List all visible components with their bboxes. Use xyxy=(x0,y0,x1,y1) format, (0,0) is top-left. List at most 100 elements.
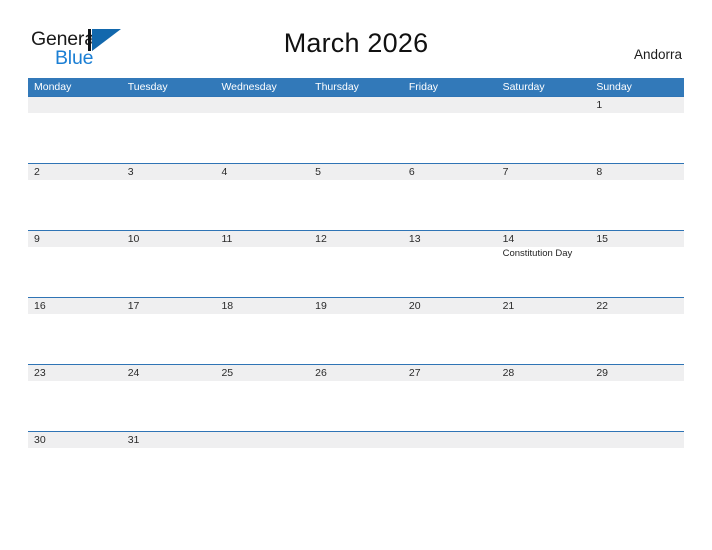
day-cell[interactable] xyxy=(215,97,309,163)
day-number: 20 xyxy=(408,300,421,312)
day-cell[interactable]: 3 xyxy=(122,164,216,230)
day-number: 9 xyxy=(34,233,40,245)
weekday-header-row: Monday Tuesday Wednesday Thursday Friday… xyxy=(28,78,684,96)
calendar-grid: Monday Tuesday Wednesday Thursday Friday… xyxy=(28,78,684,498)
weekday-header-saturday: Saturday xyxy=(502,81,545,93)
day-cell[interactable]: 11 xyxy=(215,231,309,297)
day-number xyxy=(315,97,403,113)
day-cell[interactable]: 7 xyxy=(497,164,591,230)
day-number: 17 xyxy=(127,300,140,312)
day-number: 25 xyxy=(221,367,234,379)
day-number: 14 xyxy=(502,233,515,245)
day-cell[interactable] xyxy=(309,432,403,498)
day-cell[interactable]: 31 xyxy=(122,432,216,498)
day-number: 8 xyxy=(596,166,603,178)
day-number xyxy=(409,97,497,113)
day-cell[interactable]: 15 xyxy=(590,231,684,297)
day-number: 13 xyxy=(408,233,421,245)
day-cell[interactable]: 4 xyxy=(215,164,309,230)
day-cell[interactable] xyxy=(28,97,122,163)
day-number: 1 xyxy=(596,99,603,111)
calendar-week-row: 30 31 xyxy=(28,431,684,498)
day-number xyxy=(409,432,497,448)
day-number: 3 xyxy=(127,166,134,178)
day-cell[interactable]: 29 xyxy=(590,365,684,431)
day-cell[interactable]: 1 xyxy=(590,97,684,163)
day-cell[interactable] xyxy=(403,432,497,498)
weekday-header-sunday: Sunday xyxy=(596,81,632,93)
day-number: 31 xyxy=(127,434,140,446)
day-number xyxy=(503,432,591,448)
day-number xyxy=(128,97,216,113)
day-cell[interactable]: 12 xyxy=(309,231,403,297)
calendar-week-row: 16 17 18 19 20 21 22 xyxy=(28,297,684,364)
weekday-header-monday: Monday xyxy=(34,81,72,93)
day-cell[interactable]: 18 xyxy=(215,298,309,364)
day-number: 10 xyxy=(127,233,140,245)
weekday-header-wednesday: Wednesday xyxy=(221,81,277,93)
calendar-week-row: 1 xyxy=(28,96,684,163)
day-cell[interactable]: 5 xyxy=(309,164,403,230)
day-cell[interactable]: 28 xyxy=(497,365,591,431)
day-number: 6 xyxy=(408,166,415,178)
day-number xyxy=(221,97,309,113)
weekday-header-thursday: Thursday xyxy=(315,81,359,93)
day-cell[interactable]: 9 xyxy=(28,231,122,297)
day-cell[interactable]: 17 xyxy=(122,298,216,364)
day-number: 5 xyxy=(315,166,321,178)
weekday-header-tuesday: Tuesday xyxy=(127,81,168,93)
day-number xyxy=(596,432,684,448)
day-number: 28 xyxy=(502,367,515,379)
day-cell[interactable]: 30 xyxy=(28,432,122,498)
day-cell[interactable]: 26 xyxy=(309,365,403,431)
day-cell[interactable] xyxy=(215,432,309,498)
day-number: 21 xyxy=(502,300,515,312)
day-number xyxy=(34,97,122,113)
calendar-week-row: 2 3 4 5 6 7 8 xyxy=(28,163,684,230)
day-cell[interactable] xyxy=(497,97,591,163)
day-cell[interactable]: 16 xyxy=(28,298,122,364)
page-header: General Blue March 2026 Andorra xyxy=(0,0,712,76)
day-cell[interactable]: 2 xyxy=(28,164,122,230)
day-cell[interactable]: 21 xyxy=(497,298,591,364)
day-cell[interactable]: 13 xyxy=(403,231,497,297)
day-number: 29 xyxy=(596,367,608,379)
day-cell[interactable] xyxy=(122,97,216,163)
day-cell-holiday[interactable]: 14 Constitution Day xyxy=(497,231,591,297)
day-number: 26 xyxy=(315,367,327,379)
day-cell[interactable]: 20 xyxy=(403,298,497,364)
day-cell[interactable] xyxy=(590,432,684,498)
day-cell[interactable]: 8 xyxy=(590,164,684,230)
day-cell[interactable]: 6 xyxy=(403,164,497,230)
day-number: 22 xyxy=(596,300,608,312)
day-number: 16 xyxy=(34,300,46,312)
weekday-header-friday: Friday xyxy=(408,81,439,93)
day-cell[interactable]: 25 xyxy=(215,365,309,431)
day-event: Constitution Day xyxy=(502,248,573,259)
day-cell[interactable]: 24 xyxy=(122,365,216,431)
day-cell[interactable]: 19 xyxy=(309,298,403,364)
day-cell[interactable] xyxy=(309,97,403,163)
day-cell[interactable]: 23 xyxy=(28,365,122,431)
country-label: Andorra xyxy=(633,47,682,62)
day-cell[interactable]: 27 xyxy=(403,365,497,431)
day-number: 24 xyxy=(127,367,140,379)
day-number: 7 xyxy=(502,166,509,178)
day-number xyxy=(221,432,309,448)
day-cell[interactable] xyxy=(403,97,497,163)
day-cell[interactable] xyxy=(497,432,591,498)
day-number: 27 xyxy=(408,367,421,379)
day-number: 30 xyxy=(34,434,46,446)
day-number: 2 xyxy=(34,166,40,178)
page-title: March 2026 xyxy=(283,28,429,58)
calendar-week-row: 9 10 11 12 13 14 Constitution Day 15 xyxy=(28,230,684,297)
day-number: 11 xyxy=(221,233,233,245)
day-cell[interactable]: 10 xyxy=(122,231,216,297)
calendar-week-row: 23 24 25 26 27 28 29 xyxy=(28,364,684,431)
day-number: 12 xyxy=(315,233,327,245)
calendar-page: General Blue March 2026 Andorra Monday T… xyxy=(0,0,712,550)
day-number: 15 xyxy=(596,233,608,245)
day-number: 23 xyxy=(34,367,46,379)
day-number xyxy=(503,97,591,113)
day-cell[interactable]: 22 xyxy=(590,298,684,364)
